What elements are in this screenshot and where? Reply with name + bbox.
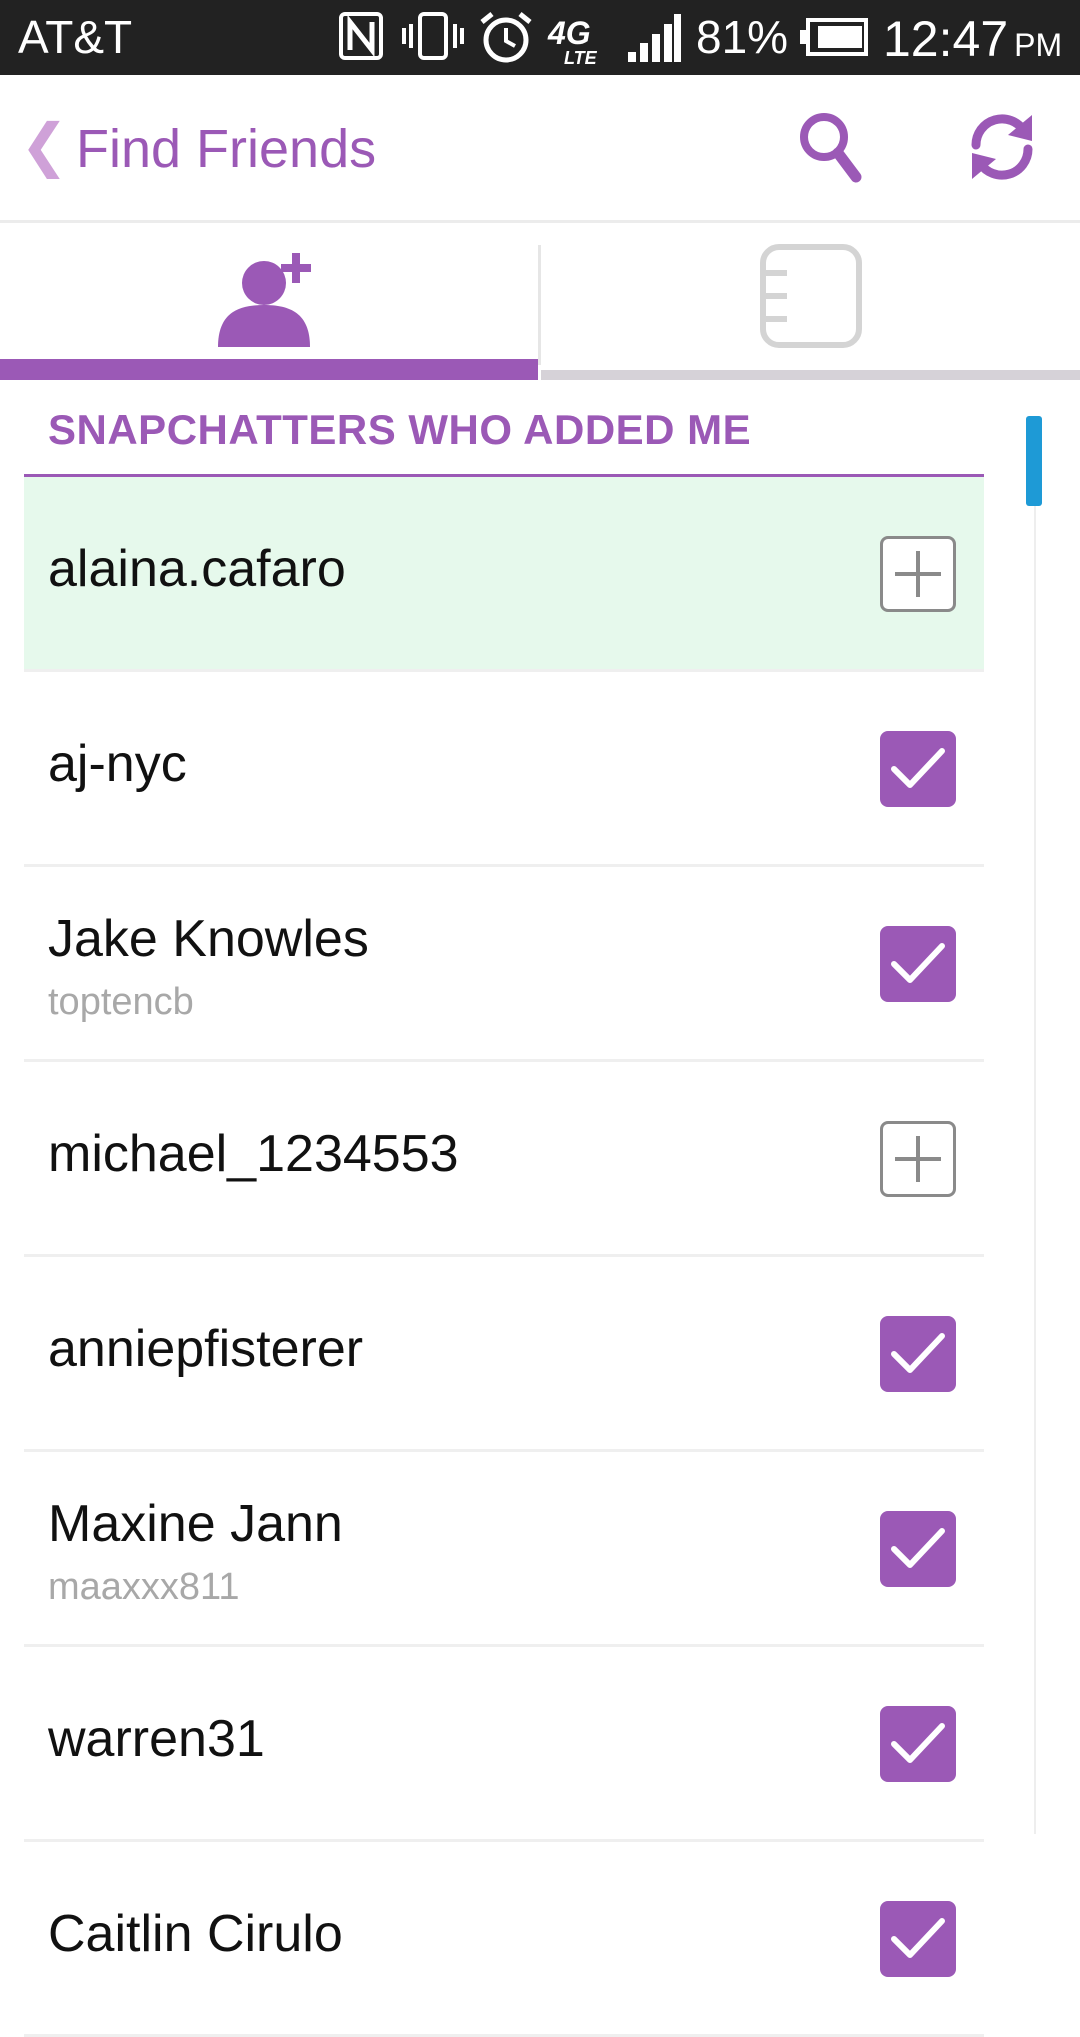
search-icon [800,113,862,183]
checkmark-icon [891,943,945,983]
tab-bar [0,223,1080,380]
plus-icon [895,551,941,597]
friend-row[interactable]: alaina.cafaro [24,477,984,672]
friend-name: Maxine Jann [48,1495,343,1553]
friend-name: Caitlin Cirulo [48,1905,343,1963]
friend-username: toptencb [48,981,194,1023]
tab-active-indicator [0,359,538,380]
chevron-left-icon[interactable]: ❮ [20,117,69,175]
svg-text:4G: 4G [547,15,591,51]
friend-name: anniepfisterer [48,1320,364,1378]
refresh-button[interactable] [962,107,1042,187]
tab-added-me[interactable] [0,223,538,380]
friend-row[interactable]: anniepfisterer [24,1257,984,1452]
friend-row[interactable]: Maxine Jann maaxxx811 [24,1452,984,1647]
scrollbar-track [1034,416,1036,1834]
battery-icon [800,18,868,60]
friend-list: alaina.cafaro aj-nyc Jake Knowles toptencb m… [24,477,984,2037]
friend-row[interactable]: warren31 [24,1647,984,1842]
scrollbar-thumb[interactable] [1026,416,1042,506]
status-bar: AT&T 4G LTE 81% 12:47 PM [0,0,1080,75]
friend-row[interactable]: michael_1234553 [24,1062,984,1257]
checkmark-icon [891,1333,945,1373]
added-checkbox[interactable] [880,926,956,1002]
carrier-label: AT&T [18,11,133,63]
battery-percent: 81% [696,11,789,63]
checkmark-icon [891,1723,945,1763]
friend-name: warren31 [48,1710,265,1768]
add-friend-icon [218,253,311,347]
added-checkbox[interactable] [880,1511,956,1587]
checkmark-icon [891,1918,945,1958]
page-title[interactable]: Find Friends [76,117,376,182]
add-friend-button[interactable] [880,1121,956,1197]
vibrate-icon [402,10,464,66]
added-checkbox[interactable] [880,1901,956,1977]
friend-name: Jake Knowles [48,910,369,968]
add-friend-button[interactable] [880,536,956,612]
added-checkbox[interactable] [880,731,956,807]
friend-row[interactable]: aj-nyc [24,672,984,867]
signal-icon [626,10,682,68]
friend-name: alaina.cafaro [48,540,346,598]
friend-name: michael_1234553 [48,1125,459,1183]
section-title: SNAPCHATTERS WHO ADDED ME [48,406,752,453]
tab-inactive-indicator [541,370,1080,380]
address-book-icon [760,244,862,348]
friend-username: maaxxx811 [48,1566,240,1608]
checkmark-icon [891,1528,945,1568]
nfc-icon [338,10,384,66]
friend-row[interactable]: Caitlin Cirulo [24,1842,984,2037]
svg-text:LTE: LTE [564,48,598,66]
tab-address-book[interactable] [541,223,1080,380]
checkmark-icon [891,748,945,788]
added-checkbox[interactable] [880,1316,956,1392]
search-button[interactable] [796,107,866,187]
refresh-icon [971,114,1033,180]
added-checkbox[interactable] [880,1706,956,1782]
clock: 12:47 PM [883,11,1063,67]
friend-name: aj-nyc [48,735,187,793]
alarm-icon [478,10,534,70]
4g-lte-icon: 4G LTE [546,10,608,70]
app-header: ❮ Find Friends [0,75,1080,223]
plus-icon [895,1136,941,1182]
friend-row[interactable]: Jake Knowles toptencb [24,867,984,1062]
